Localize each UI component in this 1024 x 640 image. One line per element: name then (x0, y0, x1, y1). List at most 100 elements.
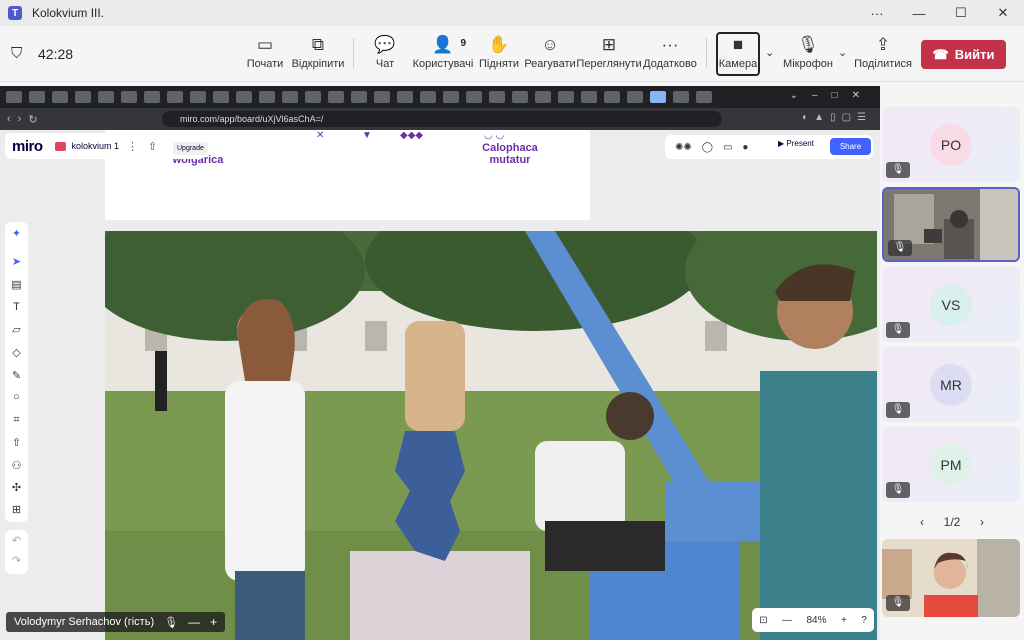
camera-options-chevron-icon[interactable]: ⌄ (765, 46, 774, 59)
url-field[interactable]: miro.com/app/board/uXjVl6asChA=/ (162, 111, 722, 127)
forward-icon[interactable]: › (18, 113, 22, 125)
participant-tile[interactable]: PO 🎙 (882, 107, 1020, 182)
browser-tab[interactable] (351, 91, 367, 103)
maximize-button[interactable]: ☐ (940, 0, 982, 26)
raise-hand-button[interactable]: ✋ Підняти (478, 34, 520, 76)
miro-board[interactable]: ▔ ✕ ▼ ◆◆◆ ◡ ◡ aca wolgarica Calophaca mu… (0, 130, 880, 640)
export-icon[interactable]: ⇧ (148, 140, 157, 153)
close-button[interactable]: ✕ (982, 0, 1024, 26)
more-options-icon[interactable]: ··· (856, 0, 898, 26)
comment-icon[interactable]: ◯ (702, 142, 713, 153)
ai-sparkle-icon[interactable]: ✦ (5, 227, 28, 240)
participant-tile[interactable]: PM 🎙 (882, 427, 1020, 502)
browser-tab[interactable] (305, 91, 321, 103)
more-button[interactable]: ··· Додатково (643, 34, 697, 76)
share-button[interactable]: ⇪ Поділитися (854, 34, 912, 76)
participant-video-tile[interactable]: 🎙 (882, 187, 1020, 262)
plus-more-icon[interactable]: ⊞ (5, 503, 28, 516)
share-button-miro[interactable]: Share (830, 138, 871, 155)
templates-icon[interactable]: ▤ (5, 278, 28, 291)
reactions-icon[interactable]: ✺✺ (675, 142, 692, 153)
leave-button[interactable]: ☎ Вийти (921, 40, 1006, 69)
reload-icon[interactable]: ↻ (28, 113, 37, 126)
upgrade-button[interactable]: Upgrade (173, 142, 208, 155)
browser-tab[interactable] (466, 91, 482, 103)
shapes-icon[interactable]: ◇ (5, 346, 28, 359)
add-icon[interactable]: + (210, 615, 217, 629)
browser-tab[interactable] (29, 91, 45, 103)
browser-tab[interactable] (259, 91, 275, 103)
screen-icon: ▭ (256, 35, 274, 54)
react-button[interactable]: ☺ Реагувати (524, 34, 575, 76)
zoom-in-button[interactable]: + (841, 615, 847, 626)
browser-tab[interactable] (581, 91, 597, 103)
pen-tool-icon[interactable]: ✎ (5, 369, 28, 382)
zoom-level[interactable]: 84% (806, 615, 826, 626)
browser-tab[interactable] (420, 91, 436, 103)
browser-extension-icons[interactable]: ◐▲▯▢☰ (802, 112, 872, 123)
browser-tab[interactable] (52, 91, 68, 103)
minimize-icon[interactable]: — (188, 615, 200, 629)
browser-tab[interactable] (489, 91, 505, 103)
browser-tab[interactable] (213, 91, 229, 103)
undo-icon[interactable]: ↶ (5, 534, 28, 547)
browser-tab[interactable] (627, 91, 643, 103)
browser-tab[interactable] (604, 91, 620, 103)
start-button[interactable]: ▭ Почати (245, 34, 285, 76)
browser-tab[interactable] (282, 91, 298, 103)
sticky-note-icon[interactable]: ▱ (5, 323, 28, 336)
browser-tab[interactable] (397, 91, 413, 103)
participant-tile[interactable]: MR 🎙 (882, 347, 1020, 422)
browser-tab[interactable] (167, 91, 183, 103)
browser-tab[interactable] (98, 91, 114, 103)
board-menu-icon[interactable]: ⋮ (127, 140, 138, 153)
back-icon[interactable]: ‹ (7, 113, 11, 125)
browser-tab[interactable] (236, 91, 252, 103)
browser-tab[interactable] (328, 91, 344, 103)
mindmap-icon[interactable]: ✣ (5, 481, 28, 494)
user-avatar[interactable]: ● (742, 142, 748, 153)
browser-tab[interactable] (374, 91, 390, 103)
zoom-out-button[interactable]: — (782, 615, 792, 626)
redo-icon[interactable]: ↷ (5, 554, 28, 567)
miro-logo[interactable]: miro (12, 138, 43, 155)
frame-tool-icon[interactable]: ⌗ (5, 414, 28, 427)
minimize-button[interactable]: — (898, 0, 940, 26)
participant-tile[interactable]: VS 🎙 (882, 267, 1020, 342)
present-button[interactable]: ▶ Present (778, 139, 814, 148)
popout-button[interactable]: ⧉ Відкріпити (292, 34, 345, 76)
text-tool-icon[interactable]: T (5, 301, 28, 313)
self-view-tile[interactable]: 🎙 (882, 539, 1020, 617)
browser-tab[interactable] (144, 91, 160, 103)
mic-options-chevron-icon[interactable]: ⌄ (838, 46, 847, 59)
prev-page-icon[interactable]: ‹ (920, 515, 924, 529)
browser-address-bar: ‹ › ↻ miro.com/app/board/uXjVl6asChA=/ ◐… (0, 108, 880, 130)
people-button[interactable]: 👤 9 Користувачі (413, 34, 474, 76)
apps-icon[interactable]: ⚇ (5, 459, 28, 472)
meeting-timer: 42:28 (38, 46, 74, 62)
browser-window-controls[interactable]: ⌄–□✕ (790, 90, 874, 101)
comment-tool-icon[interactable]: ○ (5, 391, 28, 403)
browser-tab[interactable] (512, 91, 528, 103)
people-icon: 👤 (432, 35, 454, 54)
browser-tab[interactable] (121, 91, 137, 103)
board-name[interactable]: kolokvium 1 (72, 141, 120, 151)
browser-tab[interactable] (673, 91, 689, 103)
fit-screen-icon[interactable]: ⊡ (759, 615, 767, 626)
upload-icon[interactable]: ⇧ (5, 436, 28, 449)
browser-tab[interactable] (558, 91, 574, 103)
browser-tab[interactable] (535, 91, 551, 103)
browser-tab[interactable] (190, 91, 206, 103)
browser-tab[interactable] (443, 91, 459, 103)
mic-button[interactable]: 🎙 Мікрофон (783, 34, 833, 76)
video-icon[interactable]: ▭ (723, 142, 732, 153)
next-page-icon[interactable]: › (980, 515, 984, 529)
select-tool-icon[interactable]: ➤ (5, 255, 28, 268)
chat-button[interactable]: 💬 Чат (370, 34, 400, 76)
help-icon[interactable]: ? (861, 615, 867, 626)
browser-tab[interactable] (696, 91, 712, 103)
browser-tab[interactable] (6, 91, 22, 103)
view-button[interactable]: ⊞ Переглянути (576, 34, 641, 76)
browser-tab-active[interactable] (650, 91, 666, 103)
browser-tab[interactable] (75, 91, 91, 103)
